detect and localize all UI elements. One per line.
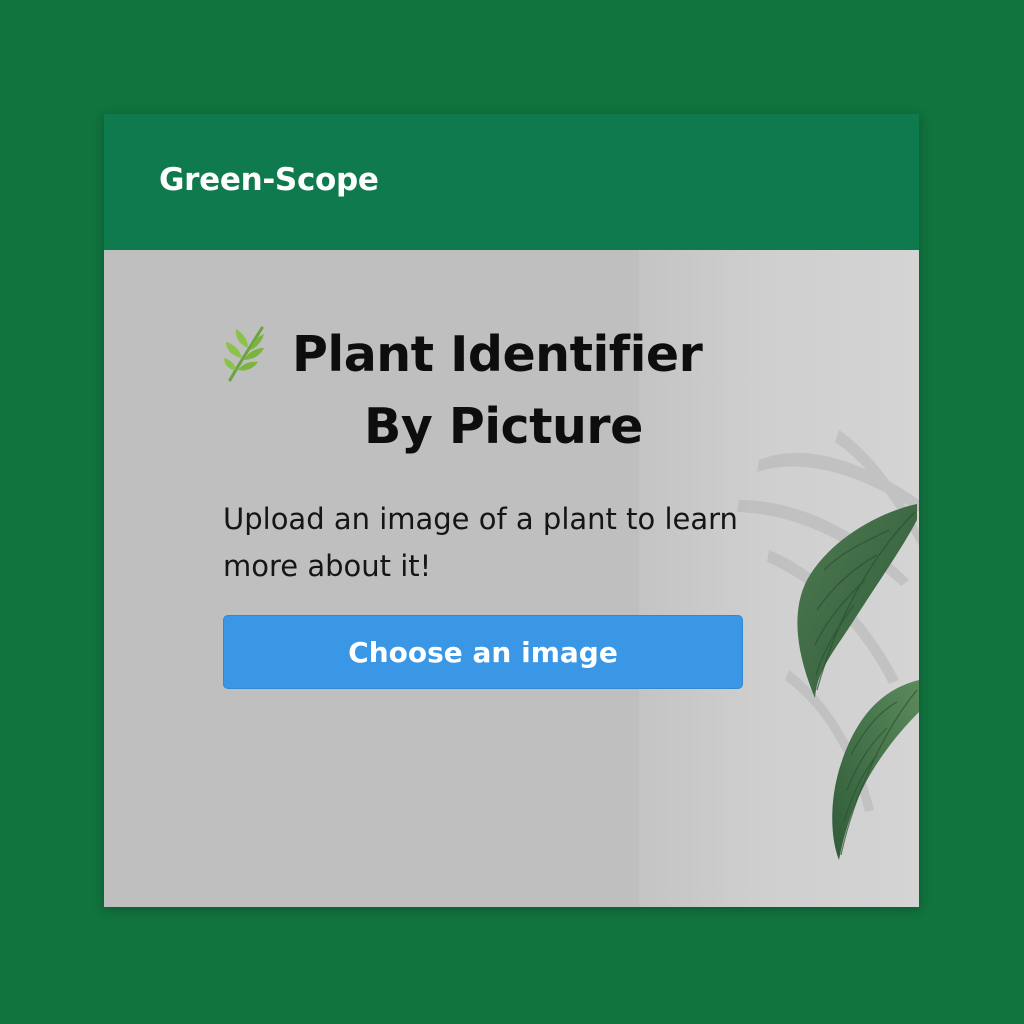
subtitle-text: Upload an image of a plant to learn more… xyxy=(223,502,738,583)
top-header-bar: Green-Scope xyxy=(104,114,919,250)
main-content: Plant Identifier By Picture Upload an im… xyxy=(104,250,919,907)
herb-leaf-icon xyxy=(222,324,266,384)
plant-leaf-upper xyxy=(797,504,917,698)
plant-leaf-lower xyxy=(832,680,919,860)
app-window: Green-Scope Plant Identifier By Picture … xyxy=(104,114,919,907)
brand-logo-text[interactable]: Green-Scope xyxy=(159,162,379,198)
title-line-2: By Picture xyxy=(364,398,643,455)
title-line-1: Plant Identifier xyxy=(292,326,703,383)
choose-image-button[interactable]: Choose an image xyxy=(223,615,743,689)
choose-image-button-label: Choose an image xyxy=(348,635,618,669)
page-title: Plant Identifier By Picture xyxy=(222,320,742,460)
